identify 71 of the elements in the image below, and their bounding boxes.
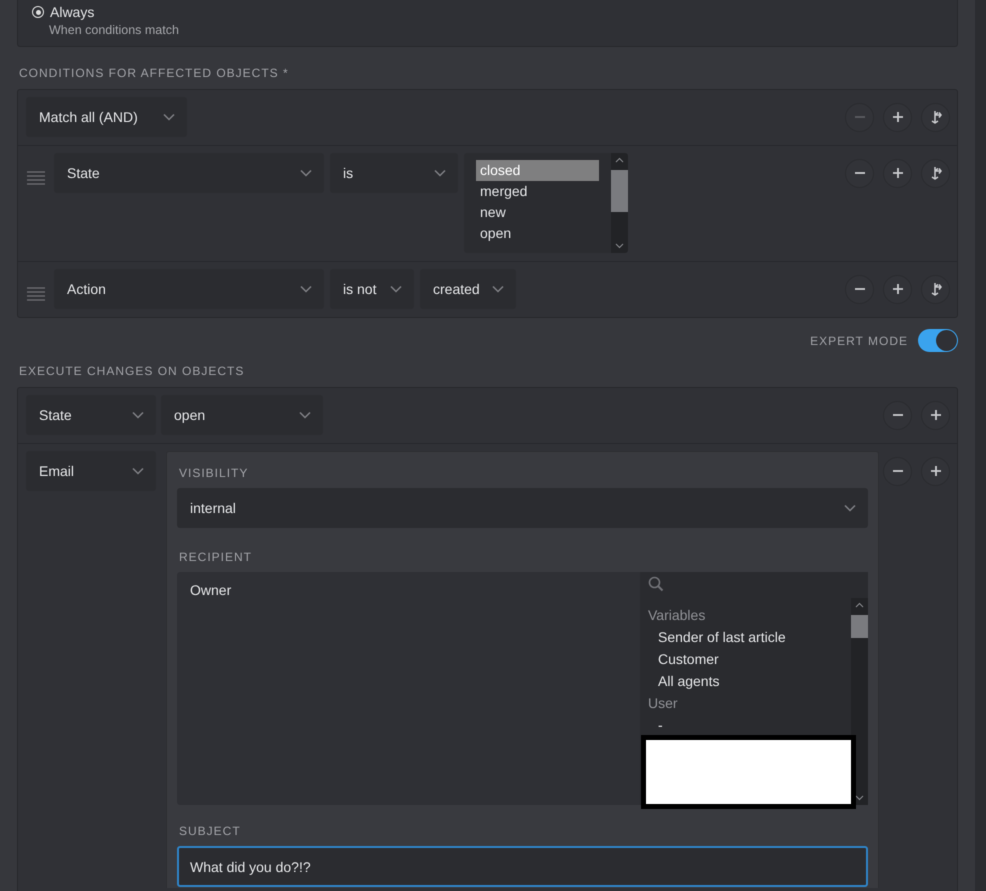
list-option[interactable]: open (476, 223, 599, 244)
plus-icon (890, 110, 904, 124)
list-option[interactable]: closed (476, 160, 599, 181)
visibility-dropdown[interactable]: internal (177, 488, 868, 528)
field-label: VISIBILITY (179, 466, 250, 480)
chevron-icon (300, 169, 312, 177)
scrollbar[interactable] (611, 153, 628, 253)
chevron-icon (132, 467, 144, 475)
drag-handle-icon[interactable] (26, 171, 46, 185)
multi-select-list[interactable]: closed merged new open (464, 153, 628, 253)
field-label: SUBJECT (179, 824, 242, 838)
chevron-icon (163, 113, 175, 121)
value-dropdown[interactable]: open (161, 395, 323, 435)
radio-button[interactable] (32, 6, 44, 18)
radio-label: Always (50, 4, 94, 20)
section-title: EXECUTE CHANGES ON OBJECTS (19, 364, 246, 378)
chevron-icon (390, 285, 402, 293)
chevron-icon (299, 411, 311, 419)
subclause-button[interactable] (921, 158, 950, 188)
recipient-option[interactable]: - (648, 714, 843, 736)
group-heading: Variables (648, 606, 706, 625)
plus-icon (890, 282, 904, 296)
chevron-icon (434, 169, 446, 177)
add-button[interactable] (883, 274, 912, 304)
chevron-icon (132, 411, 144, 419)
recipient-option[interactable]: All agents (648, 670, 843, 692)
scroll-up-icon[interactable] (615, 157, 624, 163)
recipient-option[interactable]: Sender of last article (648, 626, 843, 648)
remove-button[interactable] (845, 158, 874, 188)
subclause-button[interactable] (921, 274, 950, 304)
scroll-thumb[interactable] (611, 170, 628, 212)
drag-handle-icon[interactable] (26, 287, 46, 301)
chevron-icon (300, 285, 312, 293)
value-dropdown[interactable]: created (420, 269, 516, 309)
chevron-icon (844, 504, 856, 512)
section-title: CONDITIONS FOR AFFECTED OBJECTS * (19, 66, 290, 80)
operator-dropdown[interactable]: is (330, 153, 458, 193)
scroll-up-icon[interactable] (855, 602, 864, 608)
scrollbar[interactable] (851, 598, 868, 805)
scroll-down-icon[interactable] (855, 795, 864, 801)
add-button[interactable] (883, 102, 912, 132)
add-button[interactable] (921, 400, 950, 430)
subject-input[interactable]: What did you do?!? (177, 846, 868, 887)
recipient-option[interactable]: Customer (648, 648, 843, 670)
scroll-down-icon[interactable] (615, 243, 624, 249)
attribute-dropdown[interactable]: State (54, 153, 324, 193)
plus-icon (890, 166, 904, 180)
operator-dropdown[interactable]: is not (330, 269, 414, 309)
plus-icon (928, 464, 942, 478)
recipient-token[interactable]: Owner (190, 582, 627, 598)
attribute-dropdown[interactable]: Email (26, 451, 156, 491)
list-option[interactable]: new (476, 202, 599, 223)
attribute-dropdown[interactable]: State (26, 395, 156, 435)
group-heading: User (648, 694, 679, 713)
add-button[interactable] (921, 456, 950, 486)
subclause-button[interactable] (921, 102, 950, 132)
remove-button[interactable] (883, 400, 912, 430)
toggle-label: EXPERT MODE (810, 334, 908, 348)
search-icon[interactable] (648, 576, 664, 592)
attribute-dropdown[interactable]: Action (54, 269, 324, 309)
plus-icon (928, 408, 942, 422)
remove-button[interactable] (883, 456, 912, 486)
list-option[interactable]: merged (476, 181, 599, 202)
match-dropdown[interactable]: Match all (AND) (26, 97, 187, 137)
radio-hint: When conditions match (49, 23, 180, 37)
scroll-thumb[interactable] (851, 615, 868, 638)
field-label: RECIPIENT (179, 550, 254, 564)
remove-button[interactable] (845, 274, 874, 304)
chevron-icon (492, 285, 504, 293)
add-button[interactable] (883, 158, 912, 188)
toggle-switch[interactable] (918, 329, 958, 352)
